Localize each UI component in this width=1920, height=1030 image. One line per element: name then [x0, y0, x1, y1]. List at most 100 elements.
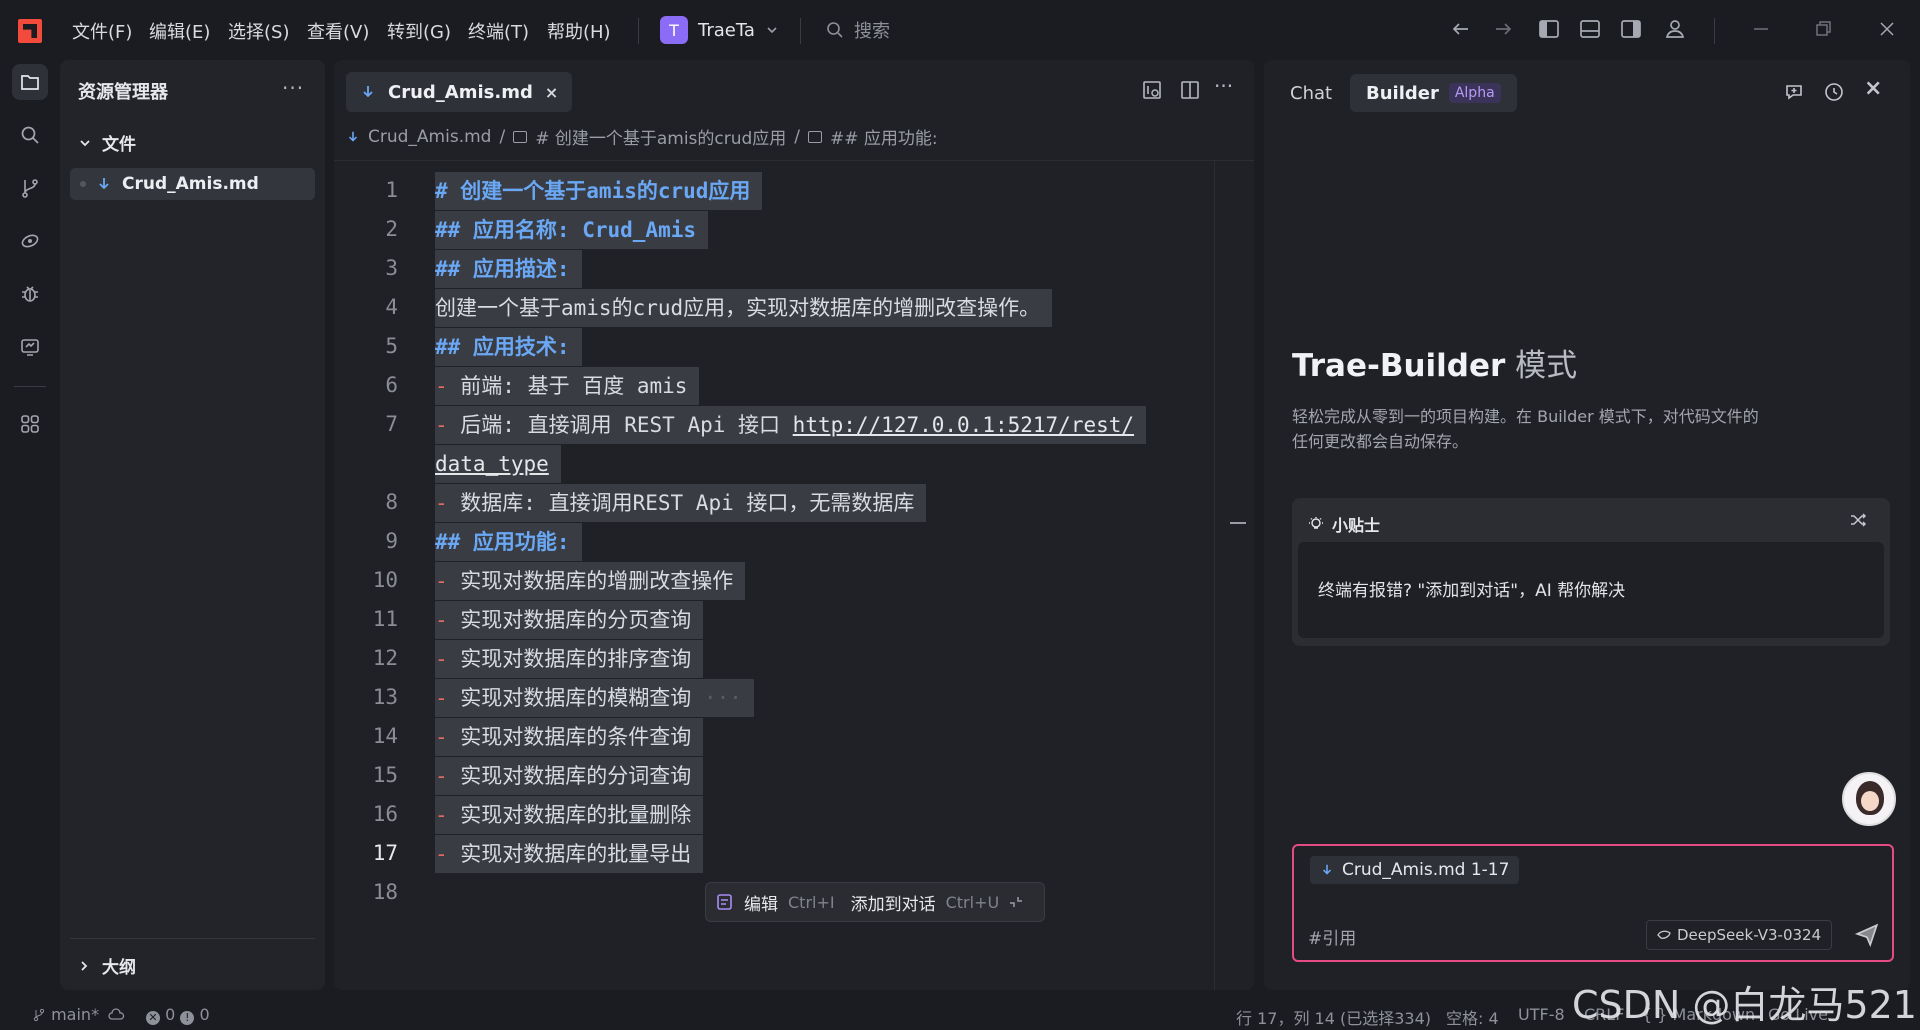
code-line[interactable]: - 实现对数据库的批量删除 [435, 796, 704, 834]
outline-section[interactable]: 大纲 [70, 938, 315, 978]
list-bullet: - [435, 374, 448, 398]
menu-edit[interactable]: 编辑(E) [149, 18, 210, 44]
code-line[interactable]: - 实现对数据库的增删改查操作 [435, 562, 746, 600]
preview-icon[interactable] [1140, 78, 1164, 102]
back-arrow-icon[interactable] [1448, 16, 1474, 42]
code-line[interactable]: ## 应用技术: [435, 328, 582, 366]
problems-indicator[interactable]: ✕ 0 ! 0 [146, 1005, 210, 1025]
tab-chat[interactable]: Chat [1274, 74, 1348, 112]
source-control-icon[interactable] [12, 170, 48, 206]
editor-tab[interactable]: Crud_Amis.md × [346, 72, 573, 112]
run-monitor-icon[interactable] [12, 329, 48, 365]
list-bullet: - [435, 764, 448, 788]
remote-icon[interactable] [12, 223, 48, 259]
line-number: 15 [372, 763, 398, 787]
shuffle-icon[interactable] [1848, 510, 1868, 530]
list-bullet: - [435, 686, 448, 710]
toggle-bottom-panel-icon[interactable] [1577, 16, 1603, 42]
list-bullet: - [435, 842, 448, 866]
new-chat-icon[interactable] [1782, 80, 1806, 104]
list-bullet: - [435, 647, 448, 671]
minimize-icon[interactable] [1748, 16, 1774, 42]
model-selector[interactable]: DeepSeek-V3-0324 [1646, 920, 1833, 950]
menu-terminal[interactable]: 终端(T) [468, 18, 529, 44]
history-icon[interactable] [1822, 80, 1846, 104]
code-line[interactable]: - 后端: 直接调用 REST Api 接口 http://127.0.0.1:… [435, 406, 1147, 444]
code-line[interactable]: - 实现对数据库的分词查询 [435, 757, 704, 795]
list-bullet: - [435, 725, 448, 749]
code-line[interactable]: data_type [435, 445, 561, 483]
extensions-icon[interactable] [12, 406, 48, 442]
breadcrumb-h2[interactable]: ## 应用功能: [830, 124, 938, 149]
folder-item[interactable]: 文件 [78, 130, 136, 155]
file-item[interactable]: Crud_Amis.md [70, 168, 315, 200]
divider [1714, 18, 1715, 44]
code-link[interactable]: http://127.0.0.1:5217/rest/ [793, 413, 1134, 437]
code-link[interactable]: data_type [435, 452, 549, 476]
chat-input[interactable]: Crud_Amis.md 1-17 #引用 DeepSeek-V3-0324 [1292, 844, 1894, 962]
menu-go[interactable]: 转到(G) [387, 18, 451, 44]
explorer-icon[interactable] [12, 64, 48, 100]
forward-arrow-icon[interactable] [1490, 16, 1516, 42]
model-icon [1657, 930, 1671, 939]
indentation[interactable]: 空格: 4 [1446, 1005, 1499, 1029]
code-line[interactable]: - 实现对数据库的批量导出 [435, 835, 704, 873]
restore-icon[interactable] [1810, 16, 1836, 42]
code-text: ## 应用功能: [435, 530, 570, 554]
title-bar: 文件(F) 编辑(E) 选择(S) 查看(V) 转到(G) 终端(T) 帮助(H… [0, 0, 1920, 60]
sync-cloud-icon[interactable] [108, 1008, 126, 1022]
tips-header: 小贴士 [1308, 512, 1380, 536]
menu-selection[interactable]: 选择(S) [228, 18, 289, 44]
toggle-left-panel-icon[interactable] [1536, 16, 1562, 42]
tab-builder[interactable]: Builder Alpha [1350, 74, 1517, 112]
more-actions-icon[interactable]: ··· [282, 76, 304, 100]
assistant-avatar[interactable] [1842, 772, 1896, 826]
code-line[interactable]: - 前端: 基于 百度 amis [435, 367, 700, 405]
alpha-badge: Alpha [1448, 83, 1501, 103]
breadcrumb-file[interactable]: Crud_Amis.md [368, 127, 491, 147]
file-label: Crud_Amis.md [122, 174, 259, 194]
code-line[interactable]: - 实现对数据库的排序查询 [435, 640, 704, 678]
toggle-right-panel-icon[interactable] [1618, 16, 1644, 42]
edit-button[interactable]: 编辑 [744, 890, 778, 915]
cite-button[interactable]: #引用 [1308, 924, 1356, 949]
split-editor-icon[interactable] [1178, 78, 1202, 102]
debug-icon[interactable] [12, 276, 48, 312]
add-to-chat-button[interactable]: 添加到对话 [851, 890, 936, 915]
code-line[interactable]: # 创建一个基于amis的crud应用 [435, 172, 763, 210]
menu-help[interactable]: 帮助(H) [547, 18, 611, 44]
tips-card: 小贴士 终端有报错? "添加到对话"，AI 帮你解决 [1292, 498, 1890, 646]
menu-file[interactable]: 文件(F) [72, 18, 132, 44]
code-line[interactable]: - 实现对数据库的条件查询 [435, 718, 704, 756]
divider [800, 18, 801, 44]
code-text: 数据库: 直接调用REST Api 接口，无需数据库 [447, 491, 915, 515]
close-tab-icon[interactable]: × [545, 83, 558, 102]
search-icon[interactable] [12, 117, 48, 153]
close-window-icon[interactable] [1874, 16, 1900, 42]
more-actions-icon[interactable]: ··· [1214, 74, 1238, 98]
branch-indicator[interactable]: main* [32, 1005, 99, 1024]
app-logo-icon [18, 19, 42, 43]
send-icon[interactable] [1854, 922, 1880, 948]
menu-view[interactable]: 查看(V) [307, 18, 369, 44]
search-box[interactable]: 搜索 [826, 17, 890, 43]
cursor-position[interactable]: 行 17，列 14 (已选择334) [1236, 1005, 1431, 1029]
encoding[interactable]: UTF-8 [1518, 1005, 1565, 1024]
breadcrumb-h1[interactable]: # 创建一个基于amis的crud应用 [535, 124, 786, 149]
file-status-dot [80, 181, 86, 187]
collapse-icon[interactable] [1009, 895, 1023, 909]
code-line[interactable]: - 实现对数据库的模糊查询 ··· [435, 679, 754, 717]
code-line[interactable]: - 实现对数据库的分页查询 [435, 601, 704, 639]
line-number: 14 [372, 724, 398, 748]
project-switcher[interactable]: T TraeTa [660, 16, 779, 44]
code-line[interactable]: - 数据库: 直接调用REST Api 接口，无需数据库 [435, 484, 927, 522]
context-chip[interactable]: Crud_Amis.md 1-17 [1310, 856, 1520, 884]
code-line[interactable]: 创建一个基于amis的crud应用，实现对数据库的增删改查操作。 [435, 289, 1053, 327]
code-line[interactable]: ## 应用描述: [435, 250, 582, 288]
code-line[interactable]: ## 应用名称: Crud_Amis [435, 211, 709, 249]
close-icon[interactable]: × [1864, 76, 1888, 101]
code-line[interactable]: ## 应用功能: [435, 523, 582, 561]
scrollbar-marker[interactable] [1230, 522, 1246, 524]
account-icon[interactable] [1662, 16, 1688, 42]
divider [334, 160, 1254, 161]
